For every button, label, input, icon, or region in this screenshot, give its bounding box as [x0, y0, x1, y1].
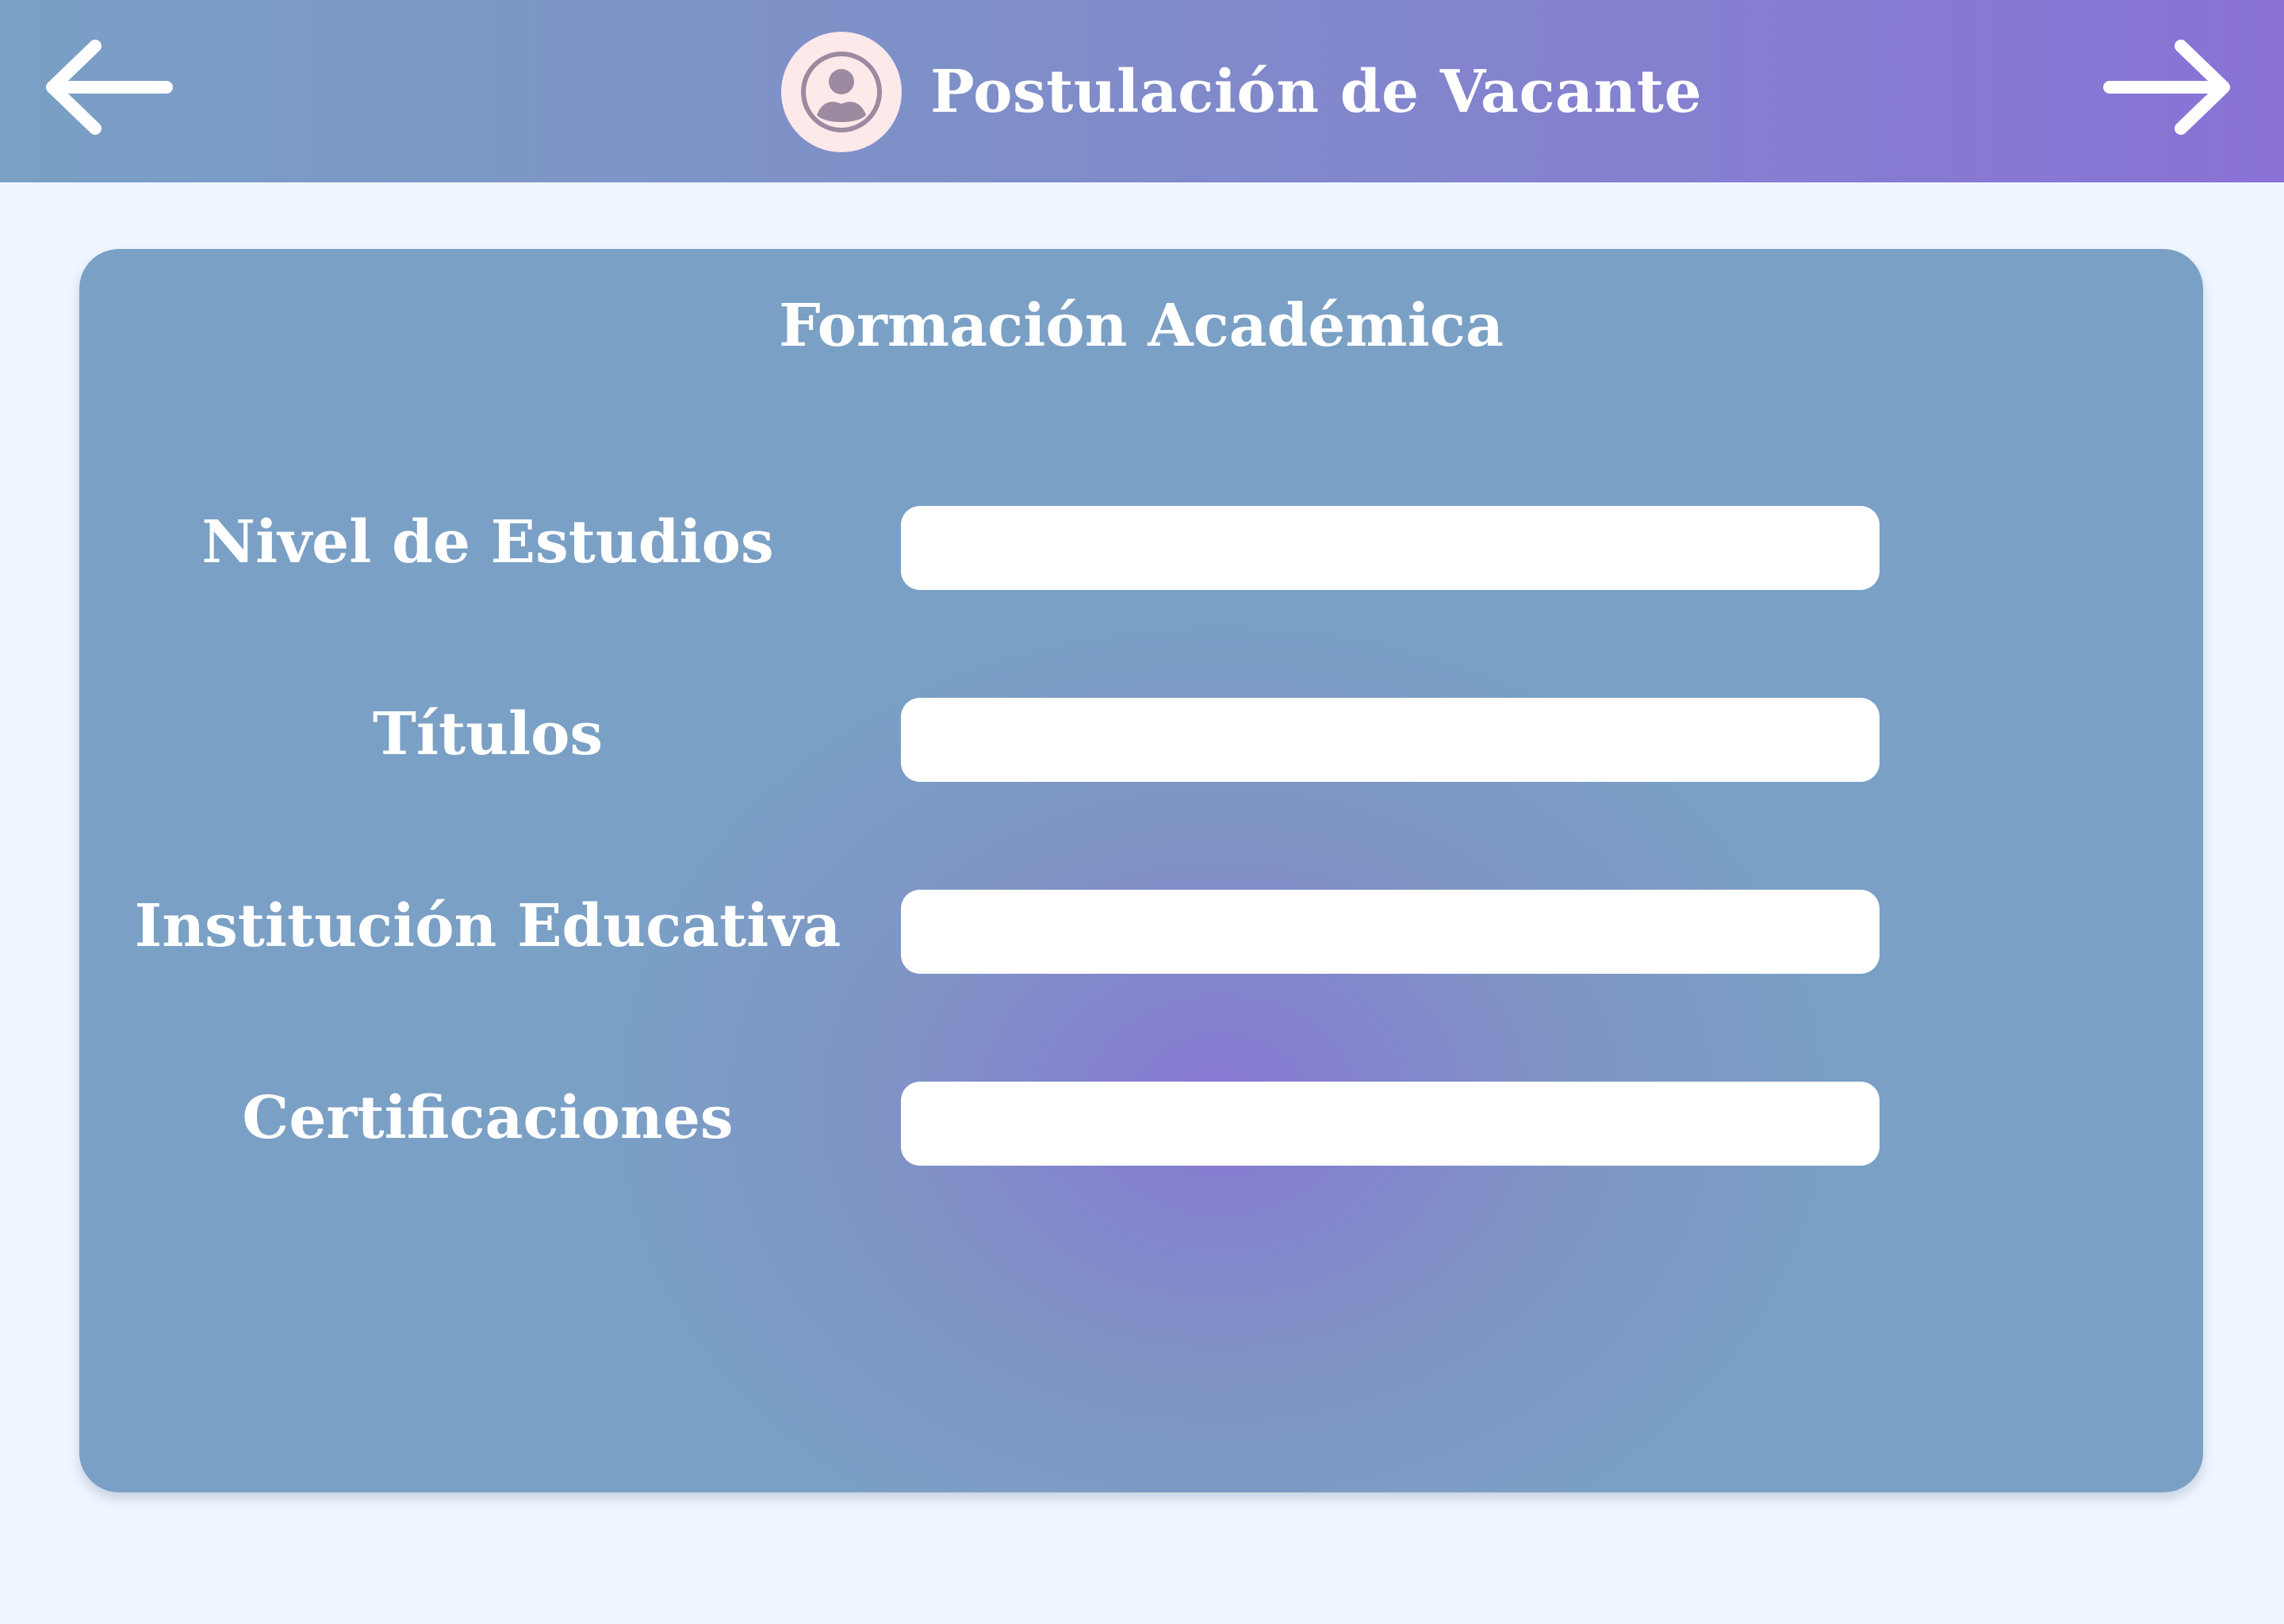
arrow-left-icon [46, 40, 173, 135]
titulos-input[interactable] [901, 698, 1880, 782]
back-button[interactable] [32, 32, 174, 143]
field-label-certificaciones: Certificaciones [242, 1084, 734, 1152]
field-label-nivel-estudios: Nivel de Estudios [201, 508, 774, 576]
header-title-group: Postulación de Vacante [781, 30, 1702, 153]
institucion-educativa-input[interactable] [901, 890, 1880, 974]
top-bar: Postulación de Vacante [0, 0, 2284, 182]
certificaciones-input[interactable] [901, 1082, 1880, 1166]
next-button[interactable] [2102, 32, 2244, 143]
field-label-institucion-educativa: Institución Educativa [134, 892, 841, 960]
user-avatar-icon [781, 31, 902, 152]
section-title: Formación Académica [779, 292, 1504, 360]
nivel-estudios-input[interactable] [901, 506, 1880, 590]
arrow-right-icon [2103, 40, 2230, 135]
form-card: Formación Académica Nivel de Estudios Tí… [79, 249, 2203, 1492]
page-title: Postulación de Vacante [930, 57, 1703, 126]
field-label-titulos: Títulos [372, 700, 604, 768]
